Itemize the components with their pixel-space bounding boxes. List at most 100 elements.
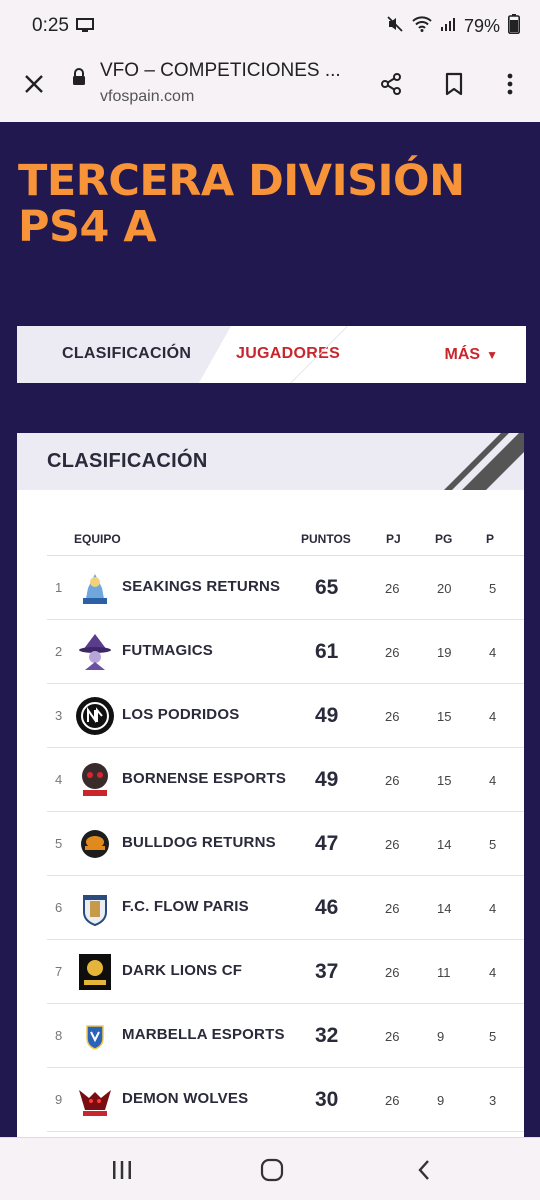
home-icon <box>260 1158 284 1182</box>
recents-icon <box>113 1161 131 1179</box>
col-pj[interactable]: PJ <box>386 532 401 546</box>
tab-mas-label: MÁS <box>444 346 481 363</box>
team-name[interactable]: F.C. FLOW PARIS <box>122 898 249 915</box>
lock-icon <box>72 68 86 91</box>
table-header: EQUIPO PUNTOS PJ PG P <box>47 520 524 556</box>
team-points: 46 <box>315 896 339 919</box>
page-domain[interactable]: vfospain.com <box>100 88 194 106</box>
team-pg: 14 <box>437 837 452 852</box>
league-title: TERCERA DIVISIÓN PS4 A <box>18 156 465 252</box>
team-name[interactable]: BORNENSE ESPORTS <box>122 770 286 787</box>
home-button[interactable] <box>242 1152 302 1188</box>
standings-card: CLASIFICACIÓN EQUIPO PUNTOS PJ PG P 1 SE… <box>17 433 524 1200</box>
header-stripes-decoration <box>444 433 524 490</box>
team-pe: 4 <box>489 901 497 916</box>
standings-table: EQUIPO PUNTOS PJ PG P 1 SEAKINGS RETURNS… <box>47 520 524 1132</box>
team-logo-futmagics <box>79 634 111 670</box>
team-pj: 26 <box>385 837 400 852</box>
team-pg: 15 <box>437 709 452 724</box>
col-puntos[interactable]: PUNTOS <box>301 532 351 546</box>
team-logo-seakings <box>83 574 107 604</box>
bookmark-button[interactable] <box>434 64 474 104</box>
row-position: 6 <box>55 900 63 915</box>
status-bar: 0:25 79% <box>0 0 540 52</box>
team-name[interactable]: BULLDOG RETURNS <box>122 834 276 851</box>
bookmark-icon <box>445 72 463 96</box>
team-logo-flow-paris <box>83 895 107 927</box>
team-points: 49 <box>315 768 339 791</box>
back-icon <box>418 1160 429 1180</box>
card-header: CLASIFICACIÓN <box>17 433 524 490</box>
team-pj: 26 <box>385 581 400 596</box>
team-pj: 26 <box>385 901 400 916</box>
team-name[interactable]: DEMON WOLVES <box>122 1090 248 1107</box>
back-button[interactable] <box>394 1152 454 1188</box>
table-row[interactable]: 9 DEMON WOLVES 30 26 9 3 <box>47 1068 524 1132</box>
caret-down-icon: ▼ <box>486 348 498 362</box>
team-pg: 20 <box>437 581 452 596</box>
team-points: 49 <box>315 704 339 727</box>
team-name[interactable]: FUTMAGICS <box>122 642 213 659</box>
team-pe: 5 <box>489 837 497 852</box>
team-pj: 26 <box>385 645 400 660</box>
table-row[interactable]: 7 DARK LIONS CF 37 26 11 4 <box>47 940 524 1004</box>
team-name[interactable]: LOS PODRIDOS <box>122 706 239 723</box>
team-points: 30 <box>315 1088 339 1111</box>
table-row[interactable]: 4 BORNENSE ESPORTS 49 26 15 4 <box>47 748 524 812</box>
team-pg: 9 <box>437 1093 445 1108</box>
row-position: 7 <box>55 964 63 979</box>
tabs-bar: CLASIFICACIÓN JUGADORES MÁS ▼ <box>17 326 526 383</box>
table-row[interactable]: 2 FUTMAGICS 61 26 19 4 <box>47 620 524 684</box>
status-time: 0:25 <box>32 15 69 36</box>
table-row[interactable]: 8 MARBELLA ESPORTS 32 26 9 5 <box>47 1004 524 1068</box>
mute-icon <box>386 15 404 38</box>
team-pe: 4 <box>489 965 497 980</box>
browser-toolbar: VFO – COMPETICIONES ... vfospain.com <box>0 52 540 122</box>
share-button[interactable] <box>371 64 411 104</box>
col-pg[interactable]: PG <box>435 532 452 546</box>
team-pe: 5 <box>489 1029 497 1044</box>
team-pj: 26 <box>385 965 400 980</box>
android-nav-bar <box>0 1137 540 1200</box>
team-logo-los-podridos <box>76 697 114 735</box>
team-pe: 4 <box>489 773 497 788</box>
table-row[interactable]: 3 LOS PODRIDOS 49 26 15 4 <box>47 684 524 748</box>
close-icon <box>25 75 43 93</box>
tab-mas-dropdown[interactable]: MÁS ▼ <box>445 346 498 364</box>
share-icon <box>381 73 401 95</box>
page-title[interactable]: VFO – COMPETICIONES ... <box>100 60 341 82</box>
more-options-button[interactable] <box>490 64 530 104</box>
team-pg: 19 <box>437 645 452 660</box>
row-position: 2 <box>55 644 63 659</box>
card-title: CLASIFICACIÓN <box>47 450 208 472</box>
signal-icon <box>440 16 456 37</box>
table-row[interactable]: 6 F.C. FLOW PARIS 46 26 14 4 <box>47 876 524 940</box>
team-pj: 26 <box>385 773 400 788</box>
row-position: 4 <box>55 772 63 787</box>
team-logo-marbella <box>86 1025 104 1050</box>
team-pe: 3 <box>489 1093 497 1108</box>
team-name[interactable]: DARK LIONS CF <box>122 962 242 979</box>
row-position: 5 <box>55 836 63 851</box>
table-row[interactable]: 1 SEAKINGS RETURNS 65 26 20 5 <box>47 556 524 620</box>
table-row[interactable]: 5 BULLDOG RETURNS 47 26 14 5 <box>47 812 524 876</box>
team-name[interactable]: MARBELLA ESPORTS <box>122 1026 285 1043</box>
recents-button[interactable] <box>92 1152 152 1188</box>
status-indicators: 79% <box>386 14 520 39</box>
team-points: 47 <box>315 832 339 855</box>
team-points: 61 <box>315 640 339 663</box>
close-button[interactable] <box>14 64 54 104</box>
col-equipo[interactable]: EQUIPO <box>74 532 121 546</box>
team-logo-bornense <box>82 763 108 796</box>
team-logo-bulldog <box>81 830 109 858</box>
team-points: 65 <box>315 576 339 599</box>
team-pg: 14 <box>437 901 452 916</box>
col-pe[interactable]: P <box>486 532 494 546</box>
team-pg: 11 <box>437 965 451 980</box>
tab-clasificacion[interactable]: CLASIFICACIÓN <box>62 345 191 363</box>
team-name[interactable]: SEAKINGS RETURNS <box>122 578 280 595</box>
row-position: 1 <box>55 580 63 595</box>
row-position: 9 <box>55 1092 63 1107</box>
team-pe: 4 <box>489 709 497 724</box>
team-pj: 26 <box>385 709 400 724</box>
